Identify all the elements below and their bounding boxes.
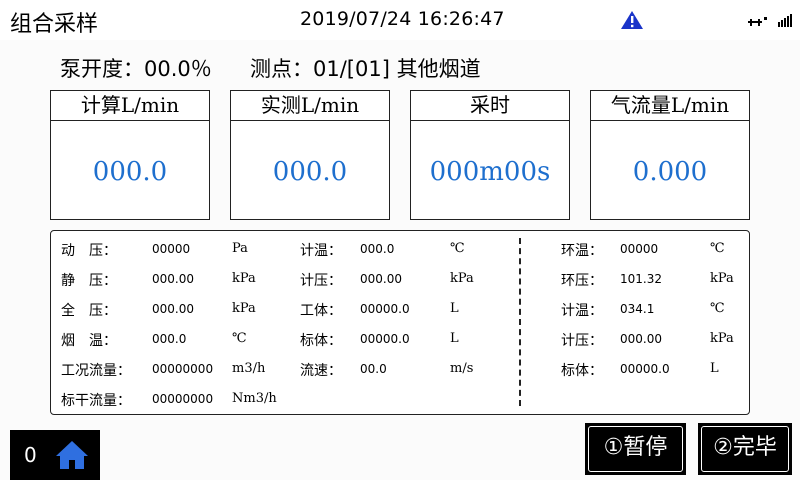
card-title: 实测L/min — [231, 91, 389, 121]
home-area: 0 — [10, 430, 100, 480]
reading-value: 000.00 — [360, 272, 402, 286]
reading-unit: ℃ — [710, 241, 725, 256]
card-value: 000.0 — [272, 157, 348, 187]
reading-unit: L — [450, 301, 459, 316]
card-title: 计算L/min — [51, 91, 209, 121]
datetime-display: 2019/07/24 16:26:47 — [300, 8, 505, 30]
page-title: 组合采样 — [10, 12, 99, 37]
reading-unit: m3/h — [232, 361, 266, 376]
reading-value: 000.00 — [620, 332, 662, 346]
reading-unit: kPa — [232, 271, 256, 286]
reading-unit: ℃ — [710, 301, 725, 316]
reading-label: 流速： — [300, 363, 342, 379]
reading-label: 工况流量： — [61, 363, 131, 379]
reading-value: 00000000 — [152, 392, 214, 406]
card-measured-flow: 实测L/min 000.0 — [230, 90, 390, 220]
reading-unit: Nm3/h — [232, 391, 277, 406]
card-title: 采时 — [411, 91, 569, 121]
signal-icon — [748, 14, 792, 27]
reading-label: 环温： — [561, 243, 603, 259]
reading-unit: m/s — [450, 361, 474, 376]
reading-label: 静 压： — [61, 273, 117, 289]
reading-unit: ℃ — [232, 331, 247, 346]
reading-label: 计温： — [561, 303, 603, 319]
reading-label: 计温： — [300, 243, 342, 259]
finish-button-label: ②完毕 — [701, 426, 789, 472]
reading-label: 计压： — [300, 273, 342, 289]
panel-divider — [519, 238, 521, 406]
reading-value: 00000000 — [152, 362, 214, 376]
counter-value: 0 — [24, 443, 37, 467]
pause-button[interactable]: ①暂停 — [585, 423, 686, 475]
reading-label: 标体： — [561, 363, 603, 379]
reading-value: 000.0 — [360, 242, 395, 256]
card-title: 气流量L/min — [591, 91, 749, 121]
reading-label: 烟 温： — [61, 333, 117, 349]
reading-unit: Pa — [232, 241, 248, 256]
reading-unit: L — [450, 331, 459, 346]
pause-button-label: ①暂停 — [588, 426, 683, 472]
readings-panel — [50, 230, 750, 415]
reading-value: 00000.0 — [360, 332, 410, 346]
reading-label: 计压： — [561, 333, 603, 349]
card-calculated-flow: 计算L/min 000.0 — [50, 90, 210, 220]
reading-unit: kPa — [450, 271, 474, 286]
card-value: 0.000 — [632, 157, 708, 187]
reading-label: 环压： — [561, 273, 603, 289]
reading-value: 00000 — [620, 242, 659, 256]
reading-value: 000.0 — [152, 332, 187, 346]
reading-unit: L — [710, 361, 719, 376]
title-bar: 组合采样 2019/07/24 16:26:47 — [0, 0, 800, 40]
reading-unit: kPa — [232, 301, 256, 316]
card-value: 000.0 — [92, 157, 168, 187]
reading-unit: kPa — [710, 331, 734, 346]
reading-label: 动 压： — [61, 243, 117, 259]
card-sampling-time: 采时 000m00s — [410, 90, 570, 220]
reading-value: 00000.0 — [620, 362, 670, 376]
reading-value: 00000.0 — [360, 302, 410, 316]
reading-label: 工体： — [300, 303, 342, 319]
reading-value: 00.0 — [360, 362, 387, 376]
pump-opening-label: 泵开度：00.0％ — [60, 57, 212, 81]
warning-icon — [621, 11, 643, 29]
reading-unit: kPa — [710, 271, 734, 286]
reading-label: 标体： — [300, 333, 342, 349]
card-value: 000m00s — [429, 157, 551, 187]
reading-value: 000.00 — [152, 302, 194, 316]
home-icon[interactable] — [54, 439, 90, 471]
reading-unit: ℃ — [450, 241, 465, 256]
reading-value: 101.32 — [620, 272, 662, 286]
reading-label: 标干流量： — [61, 393, 131, 409]
measure-point-label: 测点：01/[01] 其他烟道 — [250, 57, 481, 81]
card-gas-flow: 气流量L/min 0.000 — [590, 90, 750, 220]
reading-label: 全 压： — [61, 303, 117, 319]
reading-value: 000.00 — [152, 272, 194, 286]
reading-value: 00000 — [152, 242, 191, 256]
finish-button[interactable]: ②完毕 — [698, 423, 792, 475]
reading-value: 034.1 — [620, 302, 655, 316]
